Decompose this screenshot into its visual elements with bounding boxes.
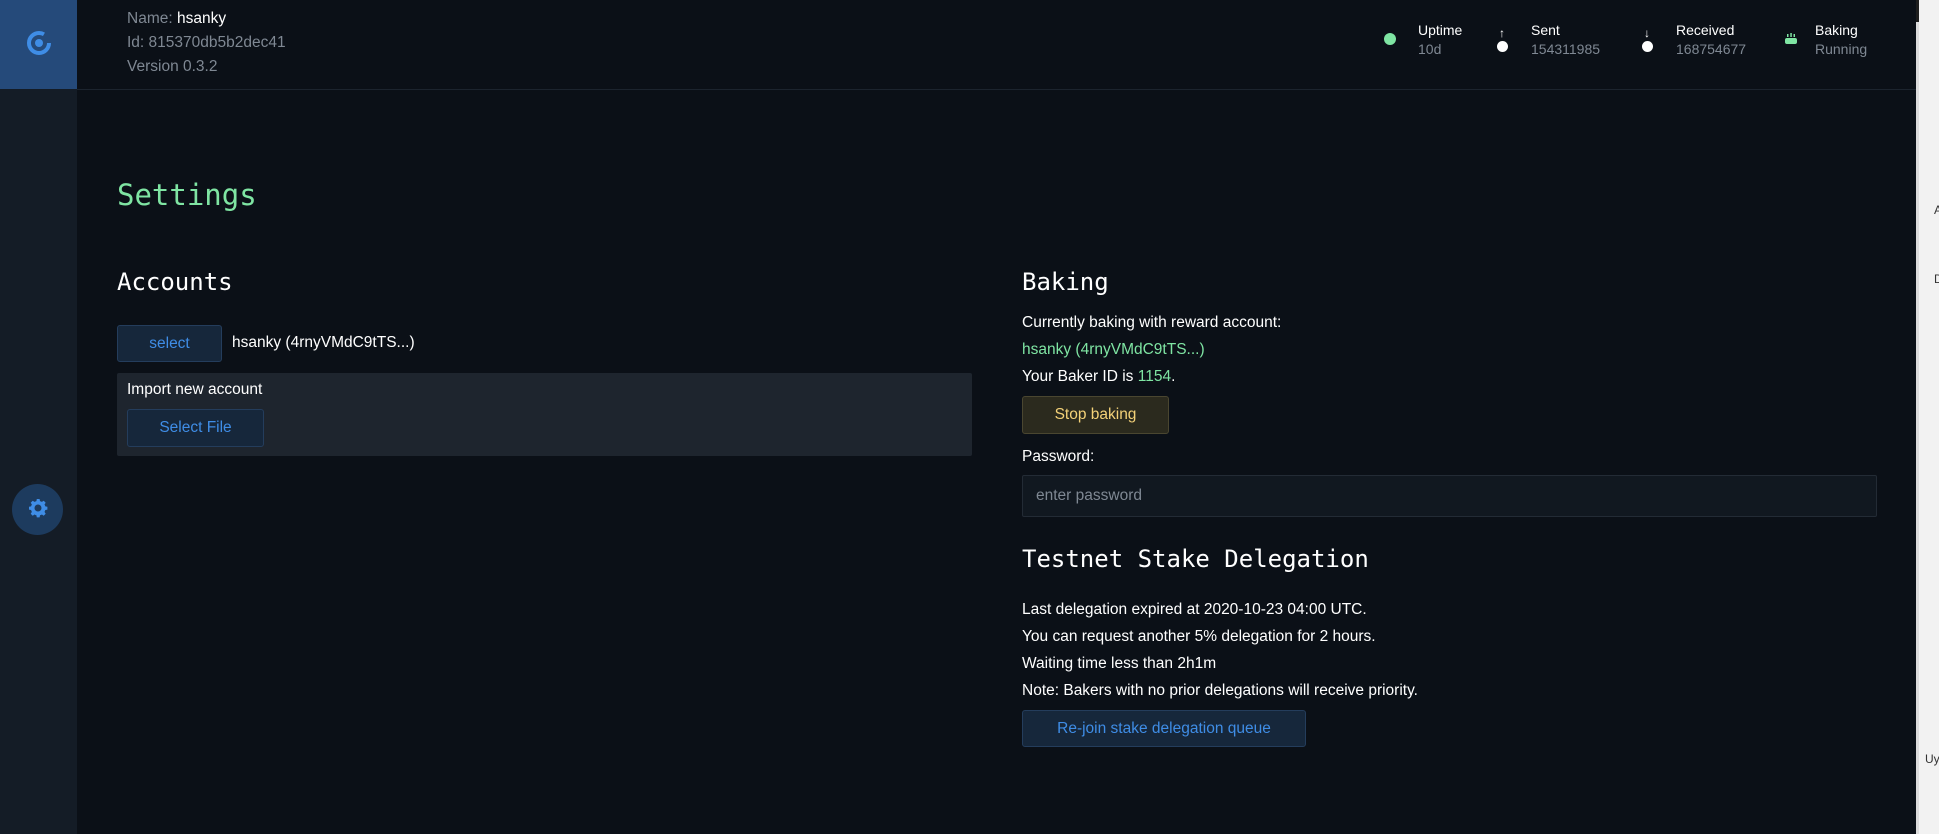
reward-account: hsanky (4rnyVMdC9tTS...) (1022, 341, 1205, 358)
received-dot-icon (1642, 41, 1653, 52)
stat-uptime-label: Uptime (1418, 22, 1463, 38)
password-label: Password: (1022, 448, 1095, 465)
stat-sent: ↑ Sent 154311985 (1497, 21, 1601, 59)
baking-status-text: Currently baking with reward account: (1022, 314, 1282, 331)
stat-sent-label: Sent (1531, 22, 1560, 38)
baking-heading: Baking (1022, 268, 1109, 296)
stat-uptime-value: 10d (1418, 41, 1442, 57)
delegation-line-3: Waiting time less than 2h1m (1022, 655, 1217, 672)
baker-id-suffix: . (1171, 368, 1176, 385)
node-id: Id: 815370db5b2dec41 (127, 34, 286, 51)
baker-id-line: Your Baker ID is 1154. (1022, 368, 1175, 386)
gear-icon (26, 496, 50, 524)
stat-uptime: Uptime 10d (1384, 21, 1463, 59)
stat-baking-value: Running (1815, 41, 1868, 57)
edge-text-2: D (1934, 272, 1939, 286)
settings-nav-button[interactable] (12, 484, 63, 535)
stat-baking-label: Baking (1815, 22, 1858, 38)
sent-dot-icon (1497, 41, 1508, 52)
delegation-line-2: You can request another 5% delegation fo… (1022, 628, 1376, 645)
edge-text-3: Uy (1925, 752, 1939, 766)
stop-baking-button[interactable]: Stop baking (1022, 396, 1169, 434)
stat-received: ↓ Received 168754677 (1642, 21, 1747, 59)
current-account: hsanky (4rnyVMdC9tTS...) (232, 334, 415, 351)
delegation-line-4: Note: Bakers with no prior delegations w… (1022, 682, 1418, 699)
baker-id-prefix: Your Baker ID is (1022, 368, 1138, 385)
select-account-button[interactable]: select (117, 325, 222, 362)
stat-received-value: 168754677 (1676, 41, 1747, 57)
stat-baking: Baking Running (1785, 21, 1868, 59)
top-bar: Name: hsanky Id: 815370db5b2dec41 Versio… (77, 0, 1916, 90)
status-dot-icon (1384, 33, 1396, 45)
baker-id-value: 1154 (1137, 368, 1172, 385)
concordium-logo-icon (26, 30, 52, 60)
node-version: Version 0.3.2 (127, 58, 218, 75)
node-name-label: Name: (127, 10, 173, 27)
node-info: Name: hsanky Id: 815370db5b2dec41 Versio… (127, 7, 286, 79)
page-title: Settings (117, 178, 257, 212)
delegation-line-1: Last delegation expired at 2020-10-23 04… (1022, 601, 1367, 618)
accounts-heading: Accounts (117, 268, 233, 296)
stat-received-label: Received (1676, 22, 1735, 38)
select-file-button[interactable]: Select File (127, 409, 264, 447)
baking-icon (1784, 31, 1798, 50)
rejoin-delegation-button[interactable]: Re-join stake delegation queue (1022, 710, 1306, 747)
logo-button[interactable] (0, 0, 77, 89)
adjacent-window-edge: A D Uy (1916, 0, 1939, 834)
scrollbar-thumb[interactable] (1916, 0, 1919, 22)
edge-text-1: A (1934, 203, 1939, 217)
node-name-value: hsanky (176, 10, 227, 27)
password-input[interactable] (1022, 475, 1877, 517)
stat-sent-value: 154311985 (1531, 41, 1601, 57)
scrollbar-track[interactable] (1916, 0, 1919, 834)
node-name-row: Name: hsanky (127, 7, 286, 31)
import-account-label: Import new account (127, 381, 263, 398)
delegation-heading: Testnet Stake Delegation (1022, 545, 1369, 573)
import-account-panel: Import new account Select File (117, 373, 972, 456)
sidebar (0, 0, 77, 834)
